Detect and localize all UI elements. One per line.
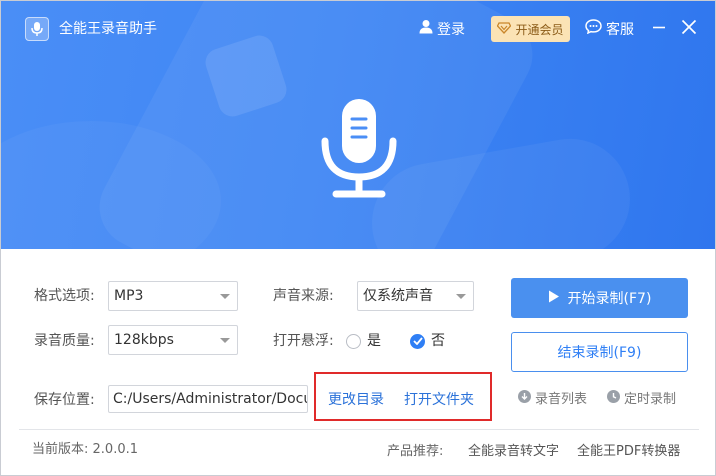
app-title: 全能王录音助手 [59,21,157,37]
float-option-yes-label: 是 [367,333,381,349]
chevron-down-icon [456,294,466,299]
save-location-label: 保存位置: [34,392,95,408]
footer-divider [19,429,699,430]
source-select[interactable]: 仅系统声音 [357,281,474,311]
stop-recording-label: 结束录制(F9) [557,345,642,361]
format-label: 格式选项: [34,288,95,304]
minimize-icon [652,20,666,38]
close-icon [681,19,697,39]
recommend-label: 产品推荐: [387,444,444,459]
vip-label: 开通会员 [515,22,564,37]
version-info: 当前版本: 2.0.0.1 [32,440,138,460]
app-logo-icon [25,17,49,41]
product-link-pdf[interactable]: 全能王PDF转换器 [577,442,680,462]
source-value: 仅系统声音 [363,288,433,304]
quality-label: 录音质量: [34,333,95,349]
float-label: 打开悬浮: [273,333,334,349]
microphone-icon [320,97,398,199]
version-label: 当前版本: [32,442,89,457]
download-icon [518,390,531,410]
stop-recording-button[interactable]: 结束录制(F9) [511,332,688,372]
chat-icon [585,19,602,40]
product-link-transcribe[interactable]: 全能录音转文字 [468,442,559,462]
float-radio-yes[interactable]: 是 [346,331,381,351]
format-select[interactable]: MP3 [108,281,238,311]
recordings-list-label: 录音列表 [535,392,588,407]
login-label: 登录 [437,21,465,38]
chevron-down-icon [220,294,230,299]
open-folder-link[interactable]: 打开文件夹 [404,390,474,410]
recordings-list-link[interactable]: 录音列表 [518,390,587,410]
diamond-icon [497,21,512,37]
change-dir-link[interactable]: 更改目录 [328,390,384,410]
minimize-button[interactable] [649,19,669,39]
hero-banner: 全能王录音助手 登录 开通会员 客服 [1,1,715,249]
float-radio-no[interactable]: 否 [410,331,445,351]
app-window: 全能王录音助手 登录 开通会员 客服 格式选项: MP3 声音来源: 仅系统声音… [0,0,716,476]
play-icon [548,290,560,307]
float-option-no-label: 否 [431,333,445,349]
save-path-input[interactable]: C:/Users/Administrator/Documents [108,385,308,413]
radio-checked-icon [410,333,425,349]
service-button[interactable]: 客服 [585,19,634,40]
radio-unchecked-icon [346,333,361,349]
version-value: 2.0.0.1 [92,442,139,457]
start-recording-button[interactable]: 开始录制(F7) [511,278,688,318]
close-button[interactable] [679,19,699,39]
user-icon [419,19,433,40]
source-label: 声音来源: [273,288,334,304]
timer-recording-label: 定时录制 [624,392,677,407]
format-value: MP3 [114,288,144,304]
service-label: 客服 [606,21,634,38]
quality-value: 128kbps [114,332,174,348]
timer-recording-link[interactable]: 定时录制 [607,390,676,410]
chevron-down-icon [220,338,230,343]
quality-select[interactable]: 128kbps [108,325,238,355]
vip-button[interactable]: 开通会员 [491,16,570,42]
login-button[interactable]: 登录 [419,19,465,40]
clock-icon [607,390,620,410]
start-recording-label: 开始录制(F7) [567,291,652,307]
